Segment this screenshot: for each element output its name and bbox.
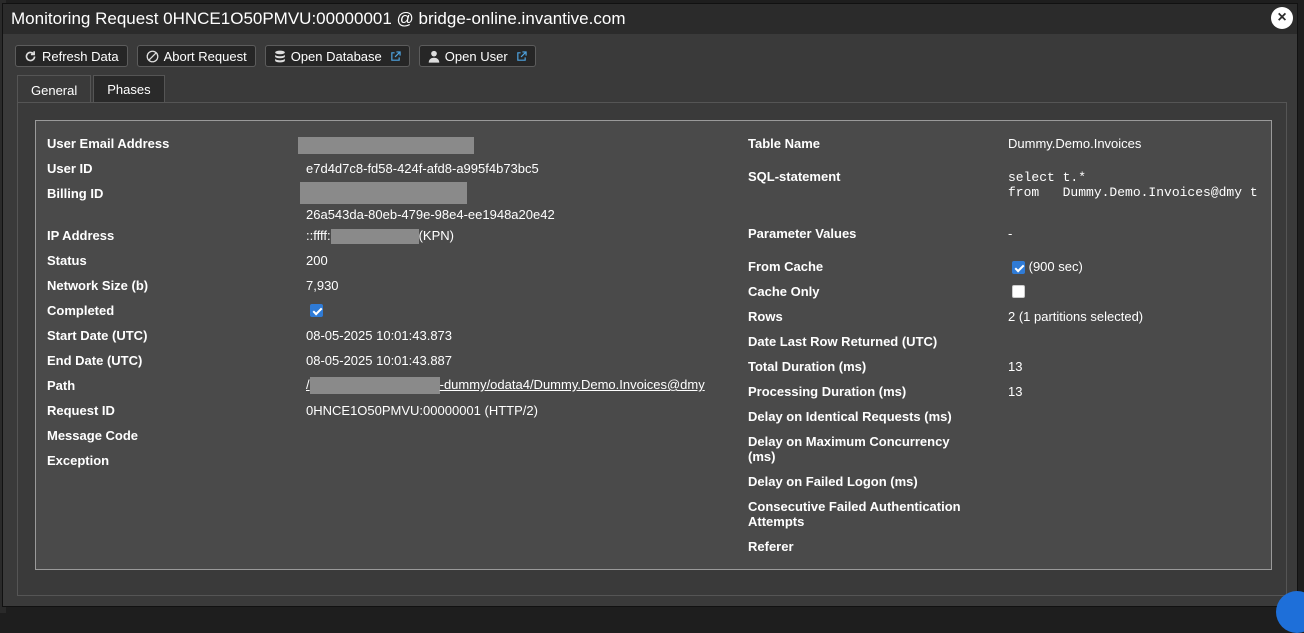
dialog-title: Monitoring Request 0HNCE1O50PMVU:0000000… — [11, 9, 626, 28]
toolbar: Refresh Data Abort Request Open Database — [15, 45, 536, 69]
processing-duration-value: 13 — [1008, 384, 1023, 399]
user-email-value — [298, 137, 474, 155]
end-date-value: 08-05-2025 10:01:43.887 — [306, 353, 453, 368]
consecutive-failed-label-line2: Attempts — [748, 514, 805, 529]
tab-phases[interactable]: Phases — [93, 75, 165, 102]
open-database-button[interactable]: Open Database — [264, 45, 410, 67]
end-date-label: End Date (UTC) — [47, 353, 143, 368]
external-link-icon — [516, 50, 527, 61]
refresh-icon — [25, 50, 36, 61]
status-value: 200 — [306, 253, 328, 268]
request-id-label: Request ID — [47, 403, 115, 418]
network-size-label: Network Size (b) — [47, 278, 149, 293]
close-icon[interactable]: × — [1271, 7, 1293, 29]
consecutive-failed-label-line1: Consecutive Failed Authentication — [748, 499, 961, 514]
completed-label: Completed — [47, 303, 115, 318]
sql-statement-value: select t.* from Dummy.Demo.Invoices@dmy … — [1008, 170, 1258, 200]
sql-statement-label: SQL-statement — [748, 169, 841, 184]
delay-failed-logon-label: Delay on Failed Logon (ms) — [748, 474, 918, 489]
details-panel: User Email Address User ID e7d4d7c8-fd58… — [35, 120, 1272, 570]
total-duration-label: Total Duration (ms) — [748, 359, 867, 374]
open-user-button[interactable]: Open User — [418, 45, 536, 67]
redacted-block — [298, 137, 474, 155]
refresh-data-label: Refresh Data — [42, 48, 119, 64]
dialog-titlebar: Monitoring Request 0HNCE1O50PMVU:0000000… — [3, 4, 1297, 34]
sql-line-1: select t.* — [1008, 170, 1087, 185]
user-id-label: User ID — [47, 161, 93, 176]
request-id-value: 0HNCE1O50PMVU:00000001 (HTTP/2) — [306, 403, 538, 418]
referer-label: Referer — [748, 539, 794, 554]
total-duration-value: 13 — [1008, 359, 1023, 374]
from-cache-ttl: (900 sec) — [1028, 259, 1083, 274]
user-icon — [428, 50, 440, 63]
redacted-block — [330, 229, 419, 245]
chat-bubble-icon[interactable] — [1276, 591, 1304, 633]
completed-checkbox — [310, 302, 323, 318]
parameter-values-label: Parameter Values — [748, 226, 857, 241]
sql-line-2: from Dummy.Demo.Invoices@dmy t — [1008, 185, 1258, 200]
parameter-values-value: - — [1008, 226, 1013, 241]
open-database-label: Open Database — [290, 48, 382, 64]
user-id-value: e7d4d7c8-fd58-424f-afd8-a995f4b73bc5 — [306, 161, 539, 176]
ban-icon — [146, 50, 159, 62]
message-code-label: Message Code — [47, 428, 139, 443]
redacted-block — [309, 377, 440, 395]
monitoring-request-dialog: Monitoring Request 0HNCE1O50PMVU:0000000… — [2, 3, 1298, 607]
from-cache-checkbox — [1012, 261, 1025, 275]
table-name-value: Dummy.Demo.Invoices — [1008, 136, 1142, 151]
billing-id-label: Billing ID — [47, 186, 104, 201]
refresh-data-button[interactable]: Refresh Data — [15, 45, 128, 67]
abort-request-label: Abort Request — [163, 48, 247, 64]
delay-identical-label: Delay on Identical Requests (ms) — [748, 409, 952, 424]
tab-general[interactable]: General — [17, 75, 92, 104]
delay-concurrency-label: Delay on Maximum Concurrency (ms) — [748, 434, 950, 464]
checkbox-checked — [310, 304, 323, 318]
user-email-label: User Email Address — [47, 136, 170, 151]
ip-address-label: IP Address — [47, 228, 115, 243]
ip-address-suffix: (KPN) — [418, 228, 454, 243]
from-cache-label: From Cache — [748, 259, 824, 274]
path-link[interactable]: / -dummy/odata4/Dummy.Demo.Invoices@dmy — [306, 377, 705, 395]
delay-concurrency-label-line2: (ms) — [748, 449, 776, 464]
tab-panel-general: User Email Address User ID e7d4d7c8-fd58… — [17, 102, 1287, 596]
start-date-value: 08-05-2025 10:01:43.873 — [306, 328, 453, 343]
from-cache-value: (900 sec) — [1012, 259, 1083, 275]
ip-address-value: ::ffff: (KPN) — [306, 228, 454, 245]
path-suffix: -dummy/odata4/Dummy.Demo.Invoices@dmy — [439, 377, 705, 392]
cache-only-label: Cache Only — [748, 284, 820, 299]
rows-label: Rows — [748, 309, 783, 324]
billing-id-value: 26a543da-80eb-479e-98e4-ee1948a20e42 — [306, 207, 555, 222]
external-link-icon — [391, 50, 401, 61]
billing-id-redacted — [300, 182, 467, 204]
start-date-label: Start Date (UTC) — [47, 328, 148, 343]
date-last-row-label: Date Last Row Returned (UTC) — [748, 334, 938, 349]
rows-value: 2 (1 partitions selected) — [1008, 309, 1144, 324]
consecutive-failed-label: Consecutive Failed Authentication Attemp… — [748, 499, 961, 529]
exception-label: Exception — [47, 453, 110, 468]
cache-only-checkbox — [1012, 283, 1025, 299]
processing-duration-label: Processing Duration (ms) — [748, 384, 907, 399]
abort-request-button[interactable]: Abort Request — [136, 45, 256, 67]
delay-concurrency-label-line1: Delay on Maximum Concurrency — [748, 434, 950, 449]
tab-bar: General Phases — [17, 75, 165, 104]
redacted-block — [300, 182, 467, 204]
open-user-label: Open User — [444, 48, 508, 64]
status-label: Status — [47, 253, 87, 268]
database-icon — [274, 50, 285, 62]
network-size-value: 7,930 — [306, 278, 339, 293]
ip-address-prefix: ::ffff: — [306, 228, 331, 243]
path-label: Path — [47, 378, 76, 393]
checkbox-unchecked — [1012, 285, 1025, 299]
table-name-label: Table Name — [748, 136, 821, 151]
